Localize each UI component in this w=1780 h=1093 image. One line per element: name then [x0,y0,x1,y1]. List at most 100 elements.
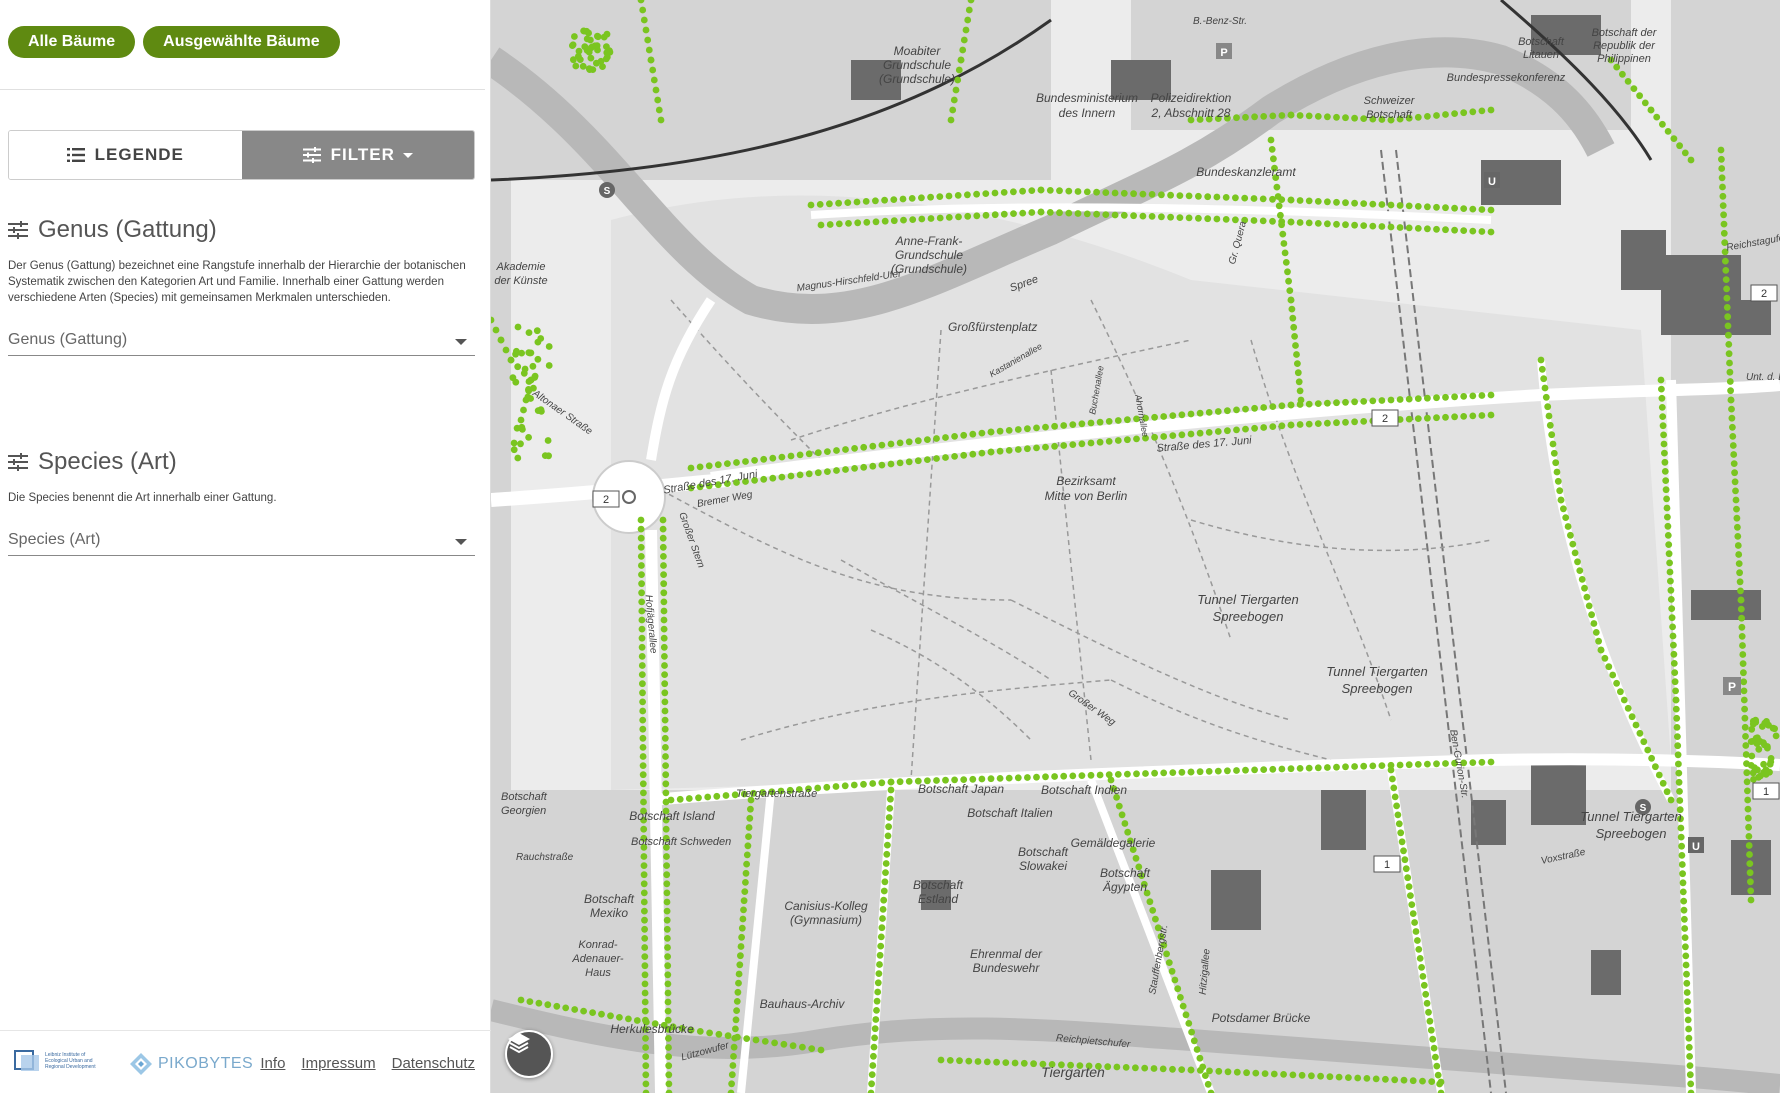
tree-marker[interactable] [1424,414,1431,422]
tree-marker[interactable] [1680,906,1688,914]
tree-marker[interactable] [745,824,753,831]
tree-marker[interactable] [1740,687,1748,695]
tree-marker[interactable] [1727,396,1735,404]
tree-marker[interactable] [1297,396,1305,404]
tree-marker[interactable] [1601,654,1609,662]
tree-marker[interactable] [706,1029,713,1037]
tree-marker[interactable] [737,952,744,960]
tree-marker[interactable] [877,933,885,941]
tree-marker[interactable] [1360,762,1368,770]
tree-marker[interactable] [1024,445,1031,453]
tree-marker[interactable] [640,853,648,860]
tree-marker[interactable] [1546,421,1554,429]
tree-marker[interactable] [887,778,895,786]
tree-marker[interactable] [661,662,668,669]
tree-marker[interactable] [660,553,667,560]
tree-marker[interactable] [735,979,742,987]
tree-marker[interactable] [637,525,645,533]
tree-marker[interactable] [1046,209,1054,216]
tree-marker[interactable] [665,1062,673,1070]
tree-marker[interactable] [1252,1069,1260,1077]
tree-marker[interactable] [641,1007,649,1015]
selected-trees-button[interactable]: Ausgewählte Bäume [143,26,340,58]
tree-marker[interactable] [760,475,768,483]
tree-marker[interactable] [664,998,672,1006]
tree-marker[interactable] [1416,955,1424,962]
tree-marker[interactable] [1679,888,1687,896]
tree-marker[interactable] [927,193,934,201]
tree-marker[interactable] [1552,459,1560,467]
tree-marker[interactable] [639,734,647,742]
tree-marker[interactable] [1451,393,1458,401]
tree-marker[interactable] [823,783,831,791]
tree-marker[interactable] [1743,769,1751,777]
tree-marker[interactable] [665,1053,672,1060]
tree-marker[interactable] [881,878,889,886]
tree-marker[interactable] [1278,112,1286,119]
tree-marker[interactable] [641,953,649,960]
tree-marker[interactable] [583,35,591,43]
tree-marker[interactable] [1588,611,1595,619]
tree-marker[interactable] [1718,174,1726,182]
tree-marker[interactable] [1673,724,1681,731]
tree-marker[interactable] [1624,78,1632,85]
tree-marker[interactable] [1351,221,1358,229]
tree-marker[interactable] [638,580,645,588]
tree-marker[interactable] [951,453,958,460]
tree-marker[interactable] [1278,221,1285,229]
tree-marker[interactable] [1740,669,1747,677]
tree-marker[interactable] [640,880,648,888]
tree-marker[interactable] [663,871,671,879]
tree-marker[interactable] [1268,146,1276,153]
tree-marker[interactable] [1675,769,1683,777]
tree-marker[interactable] [1124,436,1131,444]
tree-marker[interactable] [1233,1068,1241,1076]
tree-marker[interactable] [1660,440,1668,448]
tree-marker[interactable] [704,793,712,801]
tree-marker[interactable] [1277,211,1284,219]
tree-marker[interactable] [1124,828,1132,836]
tree-marker[interactable] [730,1053,737,1060]
tree-marker[interactable] [1014,446,1022,453]
tree-marker[interactable] [1419,973,1427,980]
tree-marker[interactable] [1437,1078,1445,1086]
tree-marker[interactable] [1681,915,1688,923]
tree-marker[interactable] [603,49,611,57]
tree-marker[interactable] [1554,477,1562,485]
tree-marker[interactable] [696,1028,704,1035]
tree-marker[interactable] [1178,1066,1186,1073]
tree-marker[interactable] [969,450,977,458]
tree-marker[interactable] [1749,769,1757,777]
tree-marker[interactable] [736,961,744,969]
tree-marker[interactable] [951,433,958,440]
tree-marker[interactable] [1414,225,1422,232]
tree-marker[interactable] [914,437,922,445]
tree-marker[interactable] [890,196,898,204]
tree-marker[interactable] [663,862,670,869]
tree-marker[interactable] [1124,416,1131,424]
tree-marker[interactable] [887,795,894,803]
tree-marker[interactable] [724,460,731,467]
tree-marker[interactable] [1442,760,1449,767]
tree-marker[interactable] [947,116,955,124]
tree-marker[interactable] [510,446,518,454]
tree-marker[interactable] [1451,226,1458,234]
tree-marker[interactable] [1723,285,1730,293]
tree-marker[interactable] [1747,887,1755,895]
tree-marker[interactable] [1663,495,1670,503]
tree-marker[interactable] [1305,197,1313,205]
tree-marker[interactable] [1424,225,1431,233]
tree-marker[interactable] [740,906,747,914]
tree-marker[interactable] [1005,774,1013,782]
tree-marker[interactable] [905,778,913,785]
tree-marker[interactable] [1538,365,1546,373]
tree-marker[interactable] [1378,223,1386,230]
tree-marker[interactable] [1664,522,1672,530]
tree-marker[interactable] [1287,196,1295,204]
tree-marker[interactable] [1269,765,1277,773]
tree-marker[interactable] [665,1044,672,1051]
tree-marker[interactable] [585,48,593,56]
tree-marker[interactable] [1442,393,1449,401]
tree-marker[interactable] [996,447,1004,455]
tree-marker[interactable] [1640,738,1648,746]
